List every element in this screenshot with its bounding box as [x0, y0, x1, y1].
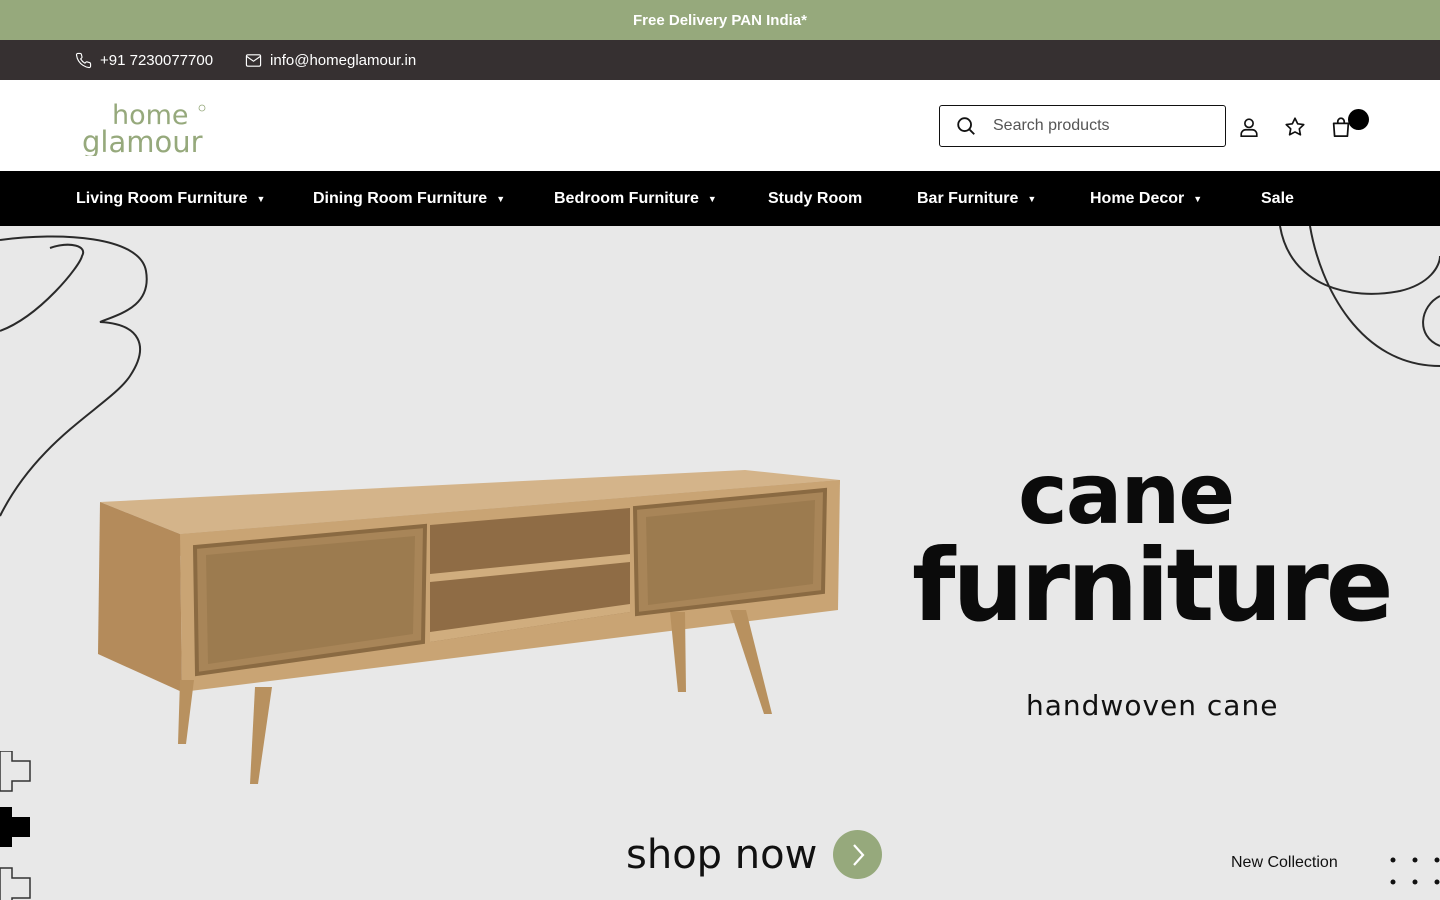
- nav-label: Home Decor: [1090, 189, 1185, 207]
- contact-bar: +91 7230077700 info@homeglamour.in: [0, 40, 1440, 80]
- account-button[interactable]: [1236, 114, 1262, 140]
- nav-living-room[interactable]: Living Room Furniture ▼: [76, 171, 265, 226]
- cart-count-badge: [1348, 109, 1369, 130]
- logo-text-glamour: glamour: [82, 125, 203, 156]
- shop-now-label: shop now: [626, 831, 818, 878]
- nav-label: Living Room Furniture: [76, 189, 248, 207]
- user-icon: [1240, 118, 1258, 137]
- phone-link[interactable]: +91 7230077700: [75, 52, 213, 69]
- shop-now-button[interactable]: shop now: [626, 830, 883, 879]
- wishlist-button[interactable]: [1282, 114, 1308, 140]
- hero-title-line2: furniture: [912, 527, 1394, 644]
- phone-icon: [75, 52, 92, 68]
- arrow-right-icon: [833, 830, 883, 879]
- nav-bedroom[interactable]: Bedroom Furniture ▼: [554, 171, 717, 226]
- chevron-down-icon: ▼: [256, 193, 266, 204]
- email-link[interactable]: info@homeglamour.in: [245, 52, 416, 69]
- search-icon[interactable]: [955, 115, 977, 137]
- chevron-down-icon: ▼: [1193, 193, 1203, 204]
- nav-label: Sale: [1261, 189, 1294, 207]
- decorative-crosses: [0, 751, 31, 900]
- nav-home-decor[interactable]: Home Decor ▼: [1090, 171, 1202, 226]
- star-icon: [1285, 117, 1305, 136]
- main-nav: Living Room Furniture ▼ Dining Room Furn…: [0, 171, 1440, 226]
- search-input[interactable]: [993, 117, 1193, 135]
- decorative-dots: [1390, 857, 1440, 885]
- hero-title-line1: cane: [1018, 445, 1235, 543]
- search-box[interactable]: [939, 105, 1226, 147]
- nav-study-room[interactable]: Study Room: [768, 171, 862, 226]
- hero-banner[interactable]: cane furniture handwoven cane shop now N…: [0, 226, 1440, 900]
- decorative-swirl-right: [1279, 226, 1440, 367]
- mail-icon: [245, 53, 262, 67]
- nav-label: Bar Furniture: [917, 189, 1019, 207]
- nav-label: Dining Room Furniture: [313, 189, 488, 207]
- nav-dining-room[interactable]: Dining Room Furniture ▼: [313, 171, 505, 226]
- chevron-down-icon: ▼: [707, 193, 717, 204]
- brand-logo[interactable]: home glamour: [82, 96, 216, 159]
- chevron-down-icon: ▼: [1027, 193, 1037, 204]
- nav-label: Study Room: [768, 189, 863, 207]
- hero-subtitle: handwoven cane: [1026, 689, 1279, 722]
- new-collection-label: New Collection: [1231, 854, 1338, 871]
- nav-label: Bedroom Furniture: [554, 189, 699, 207]
- promo-text: Free Delivery PAN India*: [633, 11, 807, 29]
- promo-bar: Free Delivery PAN India*: [0, 0, 1440, 40]
- chevron-down-icon: ▼: [496, 193, 506, 204]
- nav-bar-furniture[interactable]: Bar Furniture ▼: [917, 171, 1036, 226]
- site-header: home glamour: [0, 80, 1440, 171]
- phone-number: +91 7230077700: [100, 51, 214, 69]
- cane-tv-unit-image: [98, 470, 840, 784]
- email-address: info@homeglamour.in: [270, 51, 417, 69]
- nav-sale[interactable]: Sale: [1261, 171, 1294, 226]
